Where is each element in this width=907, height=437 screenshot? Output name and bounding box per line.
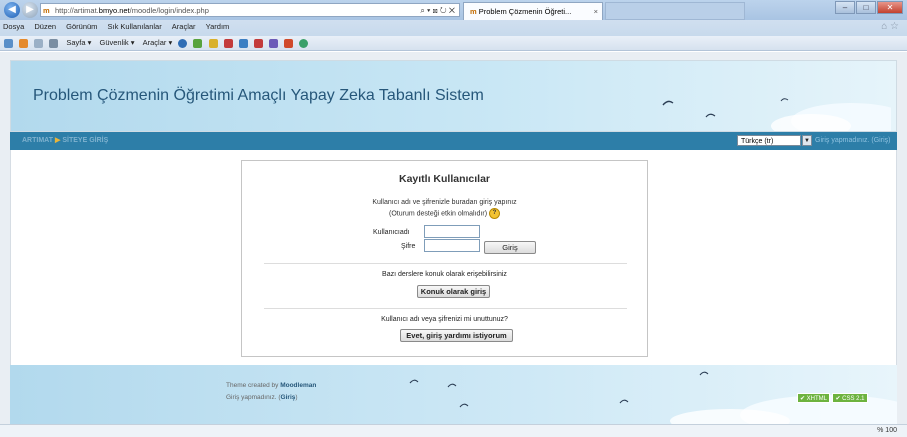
tab-favicon-icon: m — [470, 7, 477, 16]
feeds-icon[interactable] — [19, 38, 29, 48]
tab-active[interactable]: m Problem Çözmenin Öğreti... × — [463, 2, 603, 20]
tab-inactive[interactable] — [605, 2, 745, 20]
cookie-note: (Oturum desteği etkin olmalıdır) ? — [242, 208, 647, 219]
guest-text: Bazı derslere konuk olarak erişebilirsin… — [382, 271, 507, 278]
addon-icon[interactable] — [253, 38, 263, 48]
minimize-icon[interactable]: – — [835, 1, 855, 14]
url-prefix: http://artimat. — [55, 6, 99, 15]
breadcrumb-separator-icon: ▶ — [54, 137, 61, 144]
theme-credit: Theme created by Moodleman — [226, 382, 316, 389]
browser-chrome: ◀ ▶ m http://artimat.bmyo.net/moodle/logi… — [0, 0, 907, 36]
guest-login-button[interactable]: Konuk olarak giriş — [417, 285, 490, 298]
addon-icon[interactable] — [268, 38, 278, 48]
forgot-text: Kullanıcı adı veya şifrenizi mi unuttunu… — [381, 316, 508, 323]
site-footer: Theme created by Moodleman Giriş yapmadı… — [10, 365, 897, 424]
tab-label: Problem Çözmenin Öğreti... — [478, 7, 572, 16]
addon-icon[interactable] — [238, 38, 248, 48]
login-description: Kullanıcı adı ve şifrenizle buradan giri… — [372, 199, 517, 206]
menu-duzen[interactable]: Düzen — [34, 22, 56, 31]
chevron-down-icon[interactable]: ▼ — [802, 135, 812, 146]
username-label: Kullanıcıadı — [373, 229, 410, 236]
site-title: Problem Çözmenin Öğretimi Amaçlı Yapay Z… — [33, 87, 484, 104]
css-valid-badge[interactable]: ✔ CSS 2.1 — [832, 393, 868, 403]
addon-icon[interactable] — [283, 38, 293, 48]
cmd-guvenlik[interactable]: Güvenlik ▾ — [100, 38, 135, 47]
login-heading: Kayıtlı Kullanıcılar — [398, 173, 491, 185]
menu-yardim[interactable]: Yardım — [206, 22, 230, 31]
footer-login-status: Giriş yapmadınız. (Giriş) — [226, 394, 298, 401]
status-suffix: ) — [295, 394, 298, 401]
home-star-icons[interactable]: ⌂ ☆ — [881, 21, 899, 32]
mail-icon[interactable] — [34, 38, 44, 48]
menu-bar: Dosya Düzen Görünüm Sık Kullanılanlar Ar… — [0, 21, 880, 33]
menu-sik-kullanilanlar[interactable]: Sık Kullanılanlar — [108, 22, 162, 31]
navigation-bar: ARTIMAT ▶ SİTEYE GİRİŞ Türkçe (tr) ▼ Giriş… — [10, 132, 897, 150]
status-prefix: Giriş yapmadınız. ( — [226, 394, 281, 401]
address-bar[interactable]: m http://artimat.bmyo.net/moodle/login/in… — [40, 3, 460, 17]
addon-icon[interactable] — [299, 38, 309, 48]
zoom-level[interactable]: % 100 — [877, 425, 897, 437]
menu-gorunum[interactable]: Görünüm — [66, 22, 97, 31]
back-arrow-icon[interactable]: ◀ — [4, 2, 20, 18]
maximize-icon[interactable]: □ — [856, 1, 876, 14]
home-icon[interactable] — [4, 38, 13, 48]
cookie-note-text: (Oturum desteği etkin olmalıdır) — [389, 210, 488, 218]
breadcrumb: ARTIMAT ▶ SİTEYE GİRİŞ — [22, 136, 108, 144]
command-bar: Sayfa ▾ Güvenlik ▾ Araçlar ▾ — [0, 36, 907, 51]
login-button[interactable]: Giriş — [484, 241, 536, 254]
status-bar: % 100 — [0, 424, 907, 437]
cmd-araclar[interactable]: Araçlar ▾ — [143, 38, 173, 47]
credit-link[interactable]: Moodleman — [280, 382, 316, 389]
username-input[interactable] — [424, 225, 480, 238]
close-window-icon[interactable]: ✕ — [877, 1, 903, 14]
addon-icon[interactable] — [193, 38, 203, 48]
help-icon[interactable]: ? — [489, 208, 500, 219]
credit-prefix: Theme created by — [226, 382, 281, 389]
web-page: Problem Çözmenin Öğretimi Amaçlı Yapay Z… — [0, 52, 907, 424]
cmd-sayfa[interactable]: Sayfa ▾ — [66, 38, 91, 47]
forward-arrow-icon[interactable]: ▶ — [22, 2, 38, 18]
login-box: Kayıtlı Kullanıcılar Kullanıcı adı ve şi… — [241, 160, 648, 357]
menu-dosya[interactable]: Dosya — [3, 22, 24, 31]
address-controls[interactable]: ⌕ ▾ ⊠ ↻ ✕ — [420, 4, 455, 18]
addon-icon[interactable] — [208, 38, 218, 48]
addon-icon[interactable] — [223, 38, 233, 48]
help-circle-icon[interactable] — [178, 38, 188, 48]
login-status[interactable]: Giriş yapmadınız. (Giriş) — [815, 137, 890, 144]
browser-titlebar: ◀ ▶ m http://artimat.bmyo.net/moodle/logi… — [0, 0, 907, 20]
password-input[interactable] — [424, 239, 480, 252]
divider — [264, 308, 627, 309]
window-controls: – □ ✕ — [834, 1, 903, 14]
favicon-icon: m — [43, 6, 50, 15]
site-header: Problem Çözmenin Öğretimi Amaçlı Yapay Z… — [10, 60, 897, 132]
divider — [264, 263, 627, 264]
tab-close-icon[interactable]: × — [594, 3, 598, 20]
breadcrumb-current: SİTEYE GİRİŞ — [62, 137, 109, 144]
password-label: Şifre — [401, 243, 416, 250]
login-help-button[interactable]: Evet, giriş yardımı istiyorum — [400, 329, 513, 342]
main-content: Kayıtlı Kullanıcılar Kullanıcı adı ve şi… — [10, 150, 897, 365]
language-select[interactable]: Türkçe (tr) — [737, 135, 801, 146]
menu-araclar[interactable]: Araçlar — [172, 22, 196, 31]
footer-login-link[interactable]: Giriş — [281, 394, 296, 401]
url-domain: bmyo.net — [98, 6, 130, 15]
breadcrumb-home-link[interactable]: ARTIMAT — [22, 137, 53, 144]
print-icon[interactable] — [49, 38, 59, 48]
bird-cloud-decoration — [662, 98, 891, 131]
url-path: /moodle/login/index.php — [129, 6, 209, 15]
xhtml-valid-badge[interactable]: ✔ XHTML — [797, 393, 830, 403]
